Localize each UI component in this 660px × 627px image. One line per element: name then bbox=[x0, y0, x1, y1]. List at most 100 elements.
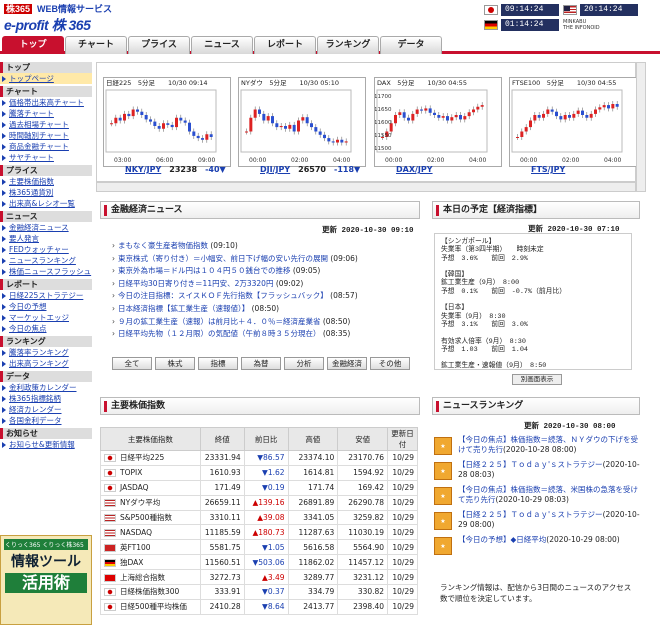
mini-chart[interactable]: NYダウ 5分足 10/30 05:10 00:00 02:00 04:00 bbox=[238, 77, 366, 167]
chart-header: DAX 5分足 10/30 04:55 bbox=[377, 79, 467, 87]
table-row: S&P500種指数 3310.11 ▲39.08 3341.05 3259.82 10/2… bbox=[100, 509, 418, 526]
tab-news[interactable]: ニュース bbox=[191, 36, 253, 54]
news-item: まもなく豪生産者物価指数 (09:10) bbox=[112, 240, 422, 253]
vertical-scrollbar[interactable] bbox=[636, 62, 646, 192]
sidebar-link[interactable]: 要人発言 bbox=[0, 233, 92, 244]
tab-report[interactable]: レポート bbox=[254, 36, 316, 54]
sidebar-link[interactable]: 株365通貨別 bbox=[0, 187, 92, 198]
sidebar-link[interactable]: ニュースランキング bbox=[0, 255, 92, 266]
tab-chart[interactable]: チャート bbox=[65, 36, 127, 54]
tab-data[interactable]: データ bbox=[380, 36, 442, 54]
sidebar-link[interactable]: 今日の焦点 bbox=[0, 323, 92, 334]
sidebar-link[interactable]: 金利政策カレンダー bbox=[0, 382, 92, 393]
news-link[interactable]: まもなく豪生産者物価指数 bbox=[118, 241, 208, 250]
tab-ranking[interactable]: ランキング bbox=[317, 36, 379, 54]
news-link[interactable]: ９月の鉱工業生産（速報）は前月比＋４．０％＝経済産業省 bbox=[118, 317, 321, 326]
news-link[interactable]: 東京外為市場＝ドル円は１０４円５０銭台での推移 bbox=[118, 266, 291, 275]
sidebar-link[interactable]: トップページ bbox=[0, 73, 92, 84]
news-link[interactable]: 日経平均先物（１２月限）の気配値（午前８時３５分現在） bbox=[118, 329, 321, 338]
candle bbox=[559, 116, 563, 120]
sidebar-section-heading: プライス bbox=[0, 165, 92, 176]
ranking-time: (2020-10-28 08:00) bbox=[503, 445, 577, 454]
chart-symbol-label[interactable]: NKY/JPY 23238 -40▼ bbox=[125, 164, 226, 175]
sidebar-link[interactable]: FEDウォッチャー bbox=[0, 244, 92, 255]
ranking-link[interactable]: 【日経２２５】Ｔｏｄａｙ'ｓストラテジー bbox=[458, 460, 603, 469]
flag-icon bbox=[104, 454, 116, 463]
sidebar-link[interactable]: 時間軸別チャート bbox=[0, 130, 92, 141]
cell-change: ▼86.57 bbox=[243, 450, 289, 466]
sidebar-link[interactable]: 出来高ランキング bbox=[0, 358, 92, 369]
ranking-link[interactable]: 【今日の予想】◆日経平均 bbox=[458, 535, 546, 544]
sidebar-link[interactable]: お知らせ&更新情報 bbox=[0, 439, 92, 450]
column-header: 主要株価指数 bbox=[100, 427, 201, 451]
horizontal-scrollbar[interactable] bbox=[96, 182, 636, 192]
mini-chart[interactable]: FTSE100 5分足 10/30 04:55 00:00 02:00 04:00 bbox=[509, 77, 637, 167]
candle bbox=[179, 117, 183, 121]
news-filter-button[interactable]: 金融経済 bbox=[327, 357, 367, 370]
mini-chart[interactable]: 日経225 5分足 10/30 09:14 03:00 06:00 09:00 bbox=[103, 77, 231, 167]
candle bbox=[555, 111, 558, 117]
sidebar-link[interactable]: 金融経済ニュース bbox=[0, 222, 92, 233]
sidebar-link[interactable]: 過去相場チャート bbox=[0, 119, 92, 130]
candle bbox=[537, 115, 541, 118]
flag-icon bbox=[104, 484, 116, 493]
candle bbox=[249, 117, 253, 132]
flag-icon bbox=[104, 469, 116, 478]
sidebar-link[interactable]: 騰落チャート bbox=[0, 108, 92, 119]
sidebar-link[interactable]: 株365指標銘柄 bbox=[0, 393, 92, 404]
indices-table: 主要株価指数 終値 前日比 高値 安値 更新日付 日経平均225 23331.94 ▼86.57… bbox=[100, 427, 418, 615]
open-window-button[interactable]: 別画面表示 bbox=[512, 374, 562, 385]
chart-change: -40▼ bbox=[205, 165, 226, 174]
news-filter-button[interactable]: 為替 bbox=[241, 357, 281, 370]
tab-price[interactable]: プライス bbox=[128, 36, 190, 54]
index-name: TOPIX bbox=[120, 468, 143, 478]
news-filter-button[interactable]: 全て bbox=[112, 357, 152, 370]
sidebar-link[interactable]: 価格帯出来高チャート bbox=[0, 97, 92, 108]
cell-high: 23374.10 bbox=[287, 450, 339, 466]
sidebar-link[interactable]: 今日の予想 bbox=[0, 301, 92, 312]
chart-symbol-label[interactable]: DAX/JPY bbox=[396, 164, 449, 175]
candle bbox=[318, 131, 322, 135]
sidebar-link[interactable]: 各国金利データ bbox=[0, 415, 92, 426]
index-name: JASDAQ bbox=[120, 483, 149, 493]
news-link[interactable]: 日経平均30日寄り付き＝11円安、2万3320円 bbox=[118, 279, 273, 288]
news-link[interactable]: 今日の注目指標：スイスＫＯＦ先行指数【フラッシュバック】 bbox=[118, 291, 328, 300]
news-link[interactable]: 東京株式（寄り付き）＝小幅安、前日下げ幅の安い先行の展開 bbox=[118, 254, 328, 263]
cell-low: 26290.78 bbox=[337, 494, 389, 511]
cell-date: 10/29 bbox=[387, 569, 418, 586]
sidebar-link[interactable]: 出来高&レシオ一覧 bbox=[0, 198, 92, 209]
chart-symbol-label[interactable]: FTS/JPY bbox=[531, 164, 581, 175]
sidebar-link[interactable]: マーケットエッジ bbox=[0, 312, 92, 323]
ranking-link[interactable]: 【日経２２５】Ｔｏｄａｙ'ｓストラテジー bbox=[458, 510, 603, 519]
candle bbox=[331, 141, 335, 143]
news-link[interactable]: 日本経済指標【鉱工業生産（速報値）】 bbox=[118, 304, 249, 313]
ad-banner[interactable]: くりっく365 くりっく株365 情報ツール 活用術 bbox=[0, 535, 92, 625]
sidebar-link[interactable]: 経済カレンダー bbox=[0, 404, 92, 415]
sidebar-link[interactable]: 日経225ストラテジー bbox=[0, 290, 92, 301]
clock-tokyo: 09:14:24 bbox=[501, 4, 559, 16]
news-filter-button[interactable]: 指標 bbox=[198, 357, 238, 370]
candle bbox=[394, 115, 397, 124]
sidebar-link[interactable]: 商品金融チャート bbox=[0, 141, 92, 152]
candle bbox=[594, 109, 597, 114]
index-name: 日経500種平均株価 bbox=[120, 602, 187, 612]
sidebar-link[interactable]: 株価ニュースフラッシュ bbox=[0, 266, 92, 277]
candle bbox=[467, 112, 471, 117]
mini-chart[interactable]: DAX 5分足 10/30 04:55 00:00 02:00 04:00 11700 1… bbox=[374, 77, 502, 167]
candle bbox=[209, 134, 213, 137]
sidebar-link[interactable]: 騰落率ランキング bbox=[0, 347, 92, 358]
news-filter-button[interactable]: 分析 bbox=[284, 357, 324, 370]
sidebar-link[interactable]: 主要株価指数 bbox=[0, 176, 92, 187]
cell-low: 11030.19 bbox=[337, 524, 389, 541]
chart-symbol-label[interactable]: DJI/JPY 26570 -118▼ bbox=[260, 164, 360, 175]
chart-symbol: NKY/JPY bbox=[125, 165, 162, 174]
logo[interactable]: 株365 WEB情報サービス e-profit 株 365 bbox=[4, 2, 154, 33]
cell-high: 171.74 bbox=[287, 479, 339, 496]
candle bbox=[459, 115, 462, 120]
news-filter-button[interactable]: 株式 bbox=[155, 357, 195, 370]
y-tick-label: 11700 bbox=[375, 94, 392, 100]
sidebar-link[interactable]: サヤチャート bbox=[0, 152, 92, 163]
news-item: 今日の注目指標：スイスＫＯＦ先行指数【フラッシュバック】 (08:57) bbox=[112, 290, 422, 303]
news-filter-button[interactable]: その他 bbox=[370, 357, 410, 370]
tab-top[interactable]: トップ bbox=[2, 36, 64, 54]
